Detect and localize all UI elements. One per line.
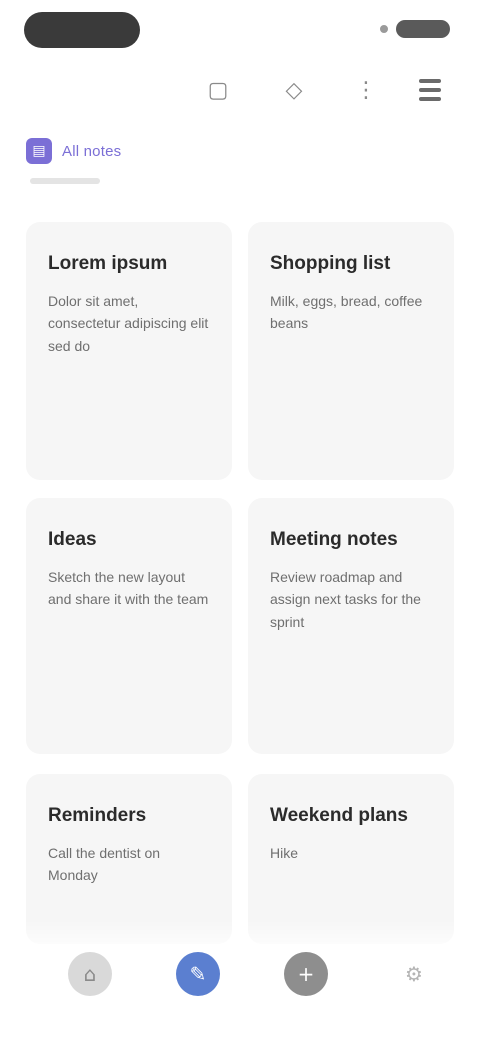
note-card[interactable]: Lorem ipsum Dolor sit amet, consectetur …	[26, 222, 232, 480]
add-icon[interactable]: +	[284, 952, 328, 996]
app-bar: ▢ ◇ ⋮	[0, 60, 480, 120]
note-card[interactable]: Meeting notes Review roadmap and assign …	[248, 498, 454, 754]
note-card[interactable]: Reminders Call the dentist on Monday	[26, 774, 232, 944]
home-icon[interactable]: ⌂	[68, 952, 112, 996]
note-title: Ideas	[48, 529, 97, 550]
settings-icon[interactable]: ⚙	[392, 952, 436, 996]
note-body: Hike	[270, 844, 299, 861]
status-bar	[0, 0, 480, 60]
status-indicators	[380, 20, 450, 38]
filter-label: All notes	[62, 142, 122, 160]
note-body: Dolor sit amet, consectetur adipiscing e…	[48, 292, 209, 354]
note-card[interactable]: Weekend plans Hike	[248, 774, 454, 944]
note-title: Shopping list	[270, 253, 391, 274]
note-title: Reminders	[48, 805, 147, 826]
note-body: Sketch the new layout and share it with …	[48, 568, 209, 608]
note-title: Weekend plans	[270, 805, 408, 826]
status-pill	[24, 12, 140, 48]
battery-icon	[396, 20, 450, 38]
filter-icon: ▤	[26, 138, 52, 164]
notes-icon[interactable]: ✎	[176, 952, 220, 996]
view-toggle-icon[interactable]: ▢	[200, 72, 236, 108]
filter-divider	[30, 178, 100, 184]
note-card[interactable]: Ideas Sketch the new layout and share it…	[26, 498, 232, 754]
label-icon[interactable]: ◇	[276, 72, 312, 108]
more-icon[interactable]: ⋮	[348, 72, 384, 108]
note-body: Milk, eggs, bread, coffee beans	[270, 292, 423, 332]
note-body: Review roadmap and assign next tasks for…	[270, 568, 421, 630]
bottom-navigation: ⌂ ✎ + ⚙	[0, 920, 480, 1040]
note-body: Call the dentist on Monday	[48, 844, 161, 884]
filter-chip[interactable]: ▤ All notes	[26, 138, 121, 164]
note-title: Meeting notes	[270, 529, 398, 550]
notes-app-screen: ▢ ◇ ⋮ ▤ All notes Lorem ipsum Dolor sit …	[0, 0, 480, 1040]
note-card[interactable]: Shopping list Milk, eggs, bread, coffee …	[248, 222, 454, 480]
signal-icon	[380, 25, 388, 33]
menu-icon[interactable]	[412, 72, 448, 108]
note-title: Lorem ipsum	[48, 253, 168, 274]
